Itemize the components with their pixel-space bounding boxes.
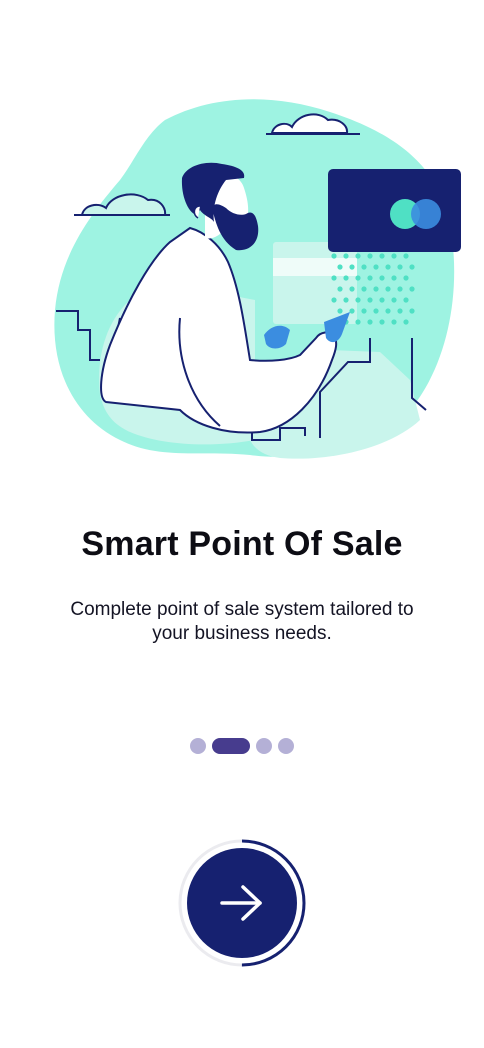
onboarding-title: Smart Point Of Sale [81,525,403,563]
next-button[interactable] [187,848,297,958]
page-dot[interactable] [190,738,206,754]
page-dot-active[interactable] [212,738,250,754]
page-dot[interactable] [278,738,294,754]
card-logo-icon [411,199,441,229]
page-indicator [0,738,484,754]
pos-illustration [54,99,461,459]
page-dot[interactable] [256,738,272,754]
onboarding-subtitle: Complete point of sale system tailored t… [70,599,414,644]
arrow-right-icon [220,885,262,921]
next-button-container [178,839,306,967]
pos-terminal-strip [273,258,357,276]
